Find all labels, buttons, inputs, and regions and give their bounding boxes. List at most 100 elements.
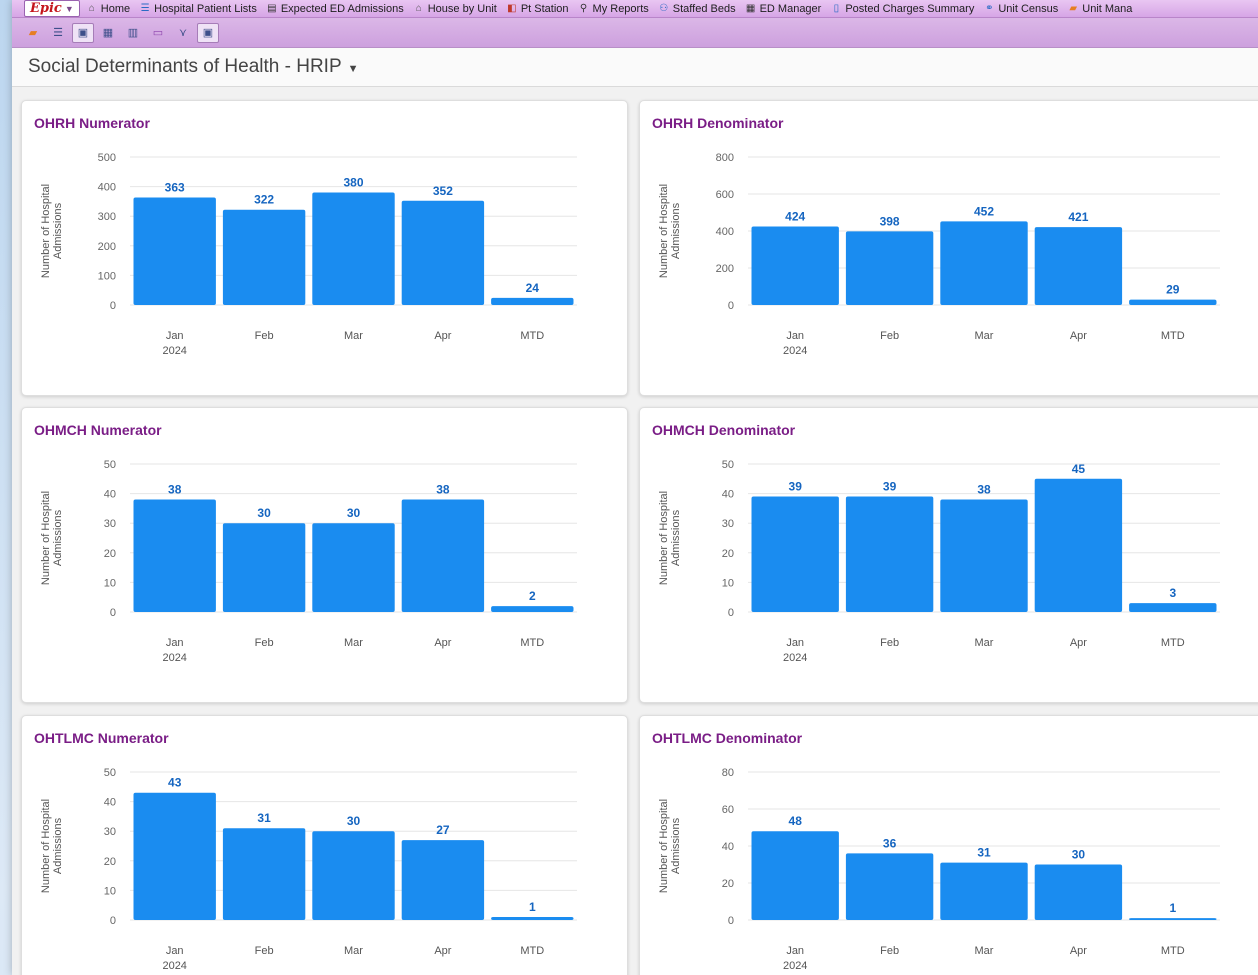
y-tick-label: 0 bbox=[728, 915, 734, 927]
x-tick-label: Apr bbox=[434, 330, 451, 342]
menu-item-hospital-patient-lists[interactable]: ☰ Hospital Patient Lists bbox=[139, 3, 257, 15]
x-tick-label: Feb bbox=[255, 945, 274, 957]
search-icon: ⚲ bbox=[579, 2, 588, 14]
y-tick-label: 20 bbox=[722, 548, 734, 560]
chart-card-ohtlmc-denominator: OHTLMC Denominator Number of HospitalAdm… bbox=[639, 715, 1258, 975]
bar bbox=[1129, 603, 1217, 612]
y-tick-label: 400 bbox=[98, 182, 116, 194]
data-label: 29 bbox=[1166, 283, 1180, 297]
pt-station-icon: ◧ bbox=[507, 2, 517, 14]
x-tick-label: Apr bbox=[1070, 330, 1087, 342]
data-label: 1 bbox=[1169, 901, 1176, 915]
inbox-icon: ▭ bbox=[152, 27, 164, 39]
x-tick-label: MTD bbox=[1161, 945, 1185, 957]
data-label: 398 bbox=[880, 214, 900, 228]
data-label: 1 bbox=[529, 900, 536, 914]
home-icon: ⌂ bbox=[88, 2, 95, 14]
bar-chart: Number of HospitalAdmissions 0 20 40 60 80 48 J… bbox=[658, 767, 1220, 972]
menu-item-unit-census[interactable]: ⚭ Unit Census bbox=[983, 3, 1058, 15]
bar-chart: Number of HospitalAdmissions 0 200 400 600 80… bbox=[658, 152, 1220, 357]
toolbar-window-button[interactable]: ▣ bbox=[197, 22, 219, 43]
bar bbox=[312, 192, 395, 305]
y-tick-label: 20 bbox=[722, 878, 734, 890]
data-label: 31 bbox=[257, 811, 271, 825]
epic-menu-button[interactable]: Epic ▼ bbox=[24, 0, 80, 17]
y-tick-label: 10 bbox=[722, 577, 734, 589]
y-tick-label: 80 bbox=[722, 767, 734, 779]
menu-item-posted-charges-summary[interactable]: ▯ Posted Charges Summary bbox=[830, 2, 975, 15]
toolbar-list-button[interactable]: ☰ bbox=[47, 23, 69, 43]
chart-card-ohrh-numerator: OHRH Numerator Number of HospitalAdmissi… bbox=[21, 100, 628, 396]
menu-item-ed-manager[interactable]: ▦ ED Manager bbox=[745, 3, 822, 15]
y-axis-label: Number of HospitalAdmissions bbox=[40, 491, 64, 585]
chart-title: OHTLMC Denominator bbox=[652, 730, 803, 746]
toolbar-chart-button[interactable]: ⋎ bbox=[172, 23, 194, 43]
y-tick-label: 200 bbox=[98, 241, 116, 253]
y-tick-label: 20 bbox=[104, 548, 116, 560]
bar bbox=[401, 499, 485, 612]
y-tick-label: 0 bbox=[110, 607, 116, 619]
bar bbox=[491, 297, 574, 305]
data-label: 452 bbox=[974, 204, 994, 218]
toolbar-report-button[interactable]: ▣ bbox=[72, 22, 94, 43]
data-label: 30 bbox=[347, 506, 361, 520]
bar bbox=[1034, 478, 1123, 612]
y-axis-label-line: Admissions bbox=[670, 817, 682, 874]
data-label: 2 bbox=[529, 589, 536, 603]
y-axis-label: Number of HospitalAdmissions bbox=[40, 799, 64, 893]
y-tick-label: 40 bbox=[722, 841, 734, 853]
y-axis-label-line: Admissions bbox=[52, 202, 64, 259]
y-tick-label: 400 bbox=[716, 226, 734, 238]
toolbar-grid-button[interactable]: ▥ bbox=[122, 23, 144, 43]
page-title[interactable]: Social Determinants of Health - HRIP bbox=[28, 56, 342, 78]
x-tick-year-label: 2024 bbox=[162, 345, 186, 357]
app-window: Epic ▼ ⌂ Home ☰ Hospital Patient Lists ▤… bbox=[12, 0, 1258, 975]
x-tick-year-label: 2024 bbox=[162, 652, 186, 664]
menu-item-expected-ed-admissions[interactable]: ▤ Expected ED Admissions bbox=[266, 3, 404, 15]
toolbar-inbox-button[interactable]: ▭ bbox=[147, 23, 169, 43]
y-axis-label-line: Number of Hospital bbox=[658, 184, 670, 278]
menu-item-label: Hospital Patient Lists bbox=[154, 2, 257, 15]
toolbar-calendar-button[interactable]: ▦ bbox=[97, 23, 119, 43]
menu-item-home[interactable]: ⌂ Home bbox=[86, 3, 130, 15]
activity-toolbar: ▰ ☰ ▣ ▦ ▥ ▭ ⋎ ▣ bbox=[12, 18, 1258, 48]
bar bbox=[222, 523, 306, 612]
report-icon: ▣ bbox=[77, 27, 89, 39]
menu-item-label: Staffed Beds bbox=[672, 2, 736, 15]
menu-item-staffed-beds[interactable]: ⚇ Staffed Beds bbox=[658, 2, 736, 15]
x-tick-label: MTD bbox=[520, 945, 544, 957]
bar bbox=[751, 831, 839, 920]
bar bbox=[222, 209, 306, 305]
y-axis-label: Number of HospitalAdmissions bbox=[658, 491, 682, 585]
bar bbox=[940, 862, 1028, 920]
chart-title: OHMCH Denominator bbox=[652, 422, 796, 438]
x-tick-label: Mar bbox=[975, 945, 994, 957]
menu-item-unit-manager[interactable]: ▰ Unit Mana bbox=[1067, 3, 1132, 15]
y-axis-label-line: Admissions bbox=[670, 202, 682, 259]
x-tick-year-label: 2024 bbox=[783, 960, 807, 972]
data-label: 421 bbox=[1068, 210, 1088, 224]
menu-item-label: Home bbox=[100, 2, 131, 15]
y-tick-label: 200 bbox=[716, 263, 734, 275]
patient-list-icon: ☰ bbox=[140, 2, 150, 14]
y-tick-label: 600 bbox=[716, 189, 734, 201]
data-label: 39 bbox=[883, 480, 897, 494]
ed-admissions-icon: ▤ bbox=[267, 2, 277, 14]
data-label: 322 bbox=[254, 193, 274, 207]
bar bbox=[491, 917, 574, 920]
menu-item-my-reports[interactable]: ⚲ My Reports bbox=[578, 3, 649, 15]
x-tick-label: Jan bbox=[786, 637, 804, 649]
epic-logo: Epic bbox=[30, 1, 62, 16]
charges-icon: ▯ bbox=[833, 2, 840, 14]
menu-item-house-by-unit[interactable]: ⌂ House by Unit bbox=[413, 3, 497, 15]
y-tick-label: 800 bbox=[716, 152, 734, 164]
toolbar-dashboard-button[interactable]: ▰ bbox=[22, 23, 44, 43]
x-tick-label: MTD bbox=[1161, 637, 1185, 649]
chart-title: OHRH Numerator bbox=[34, 115, 150, 131]
chart-card-ohmch-numerator: OHMCH Numerator Number of HospitalAdmiss… bbox=[21, 407, 628, 703]
menu-item-pt-station[interactable]: ◧ Pt Station bbox=[506, 2, 568, 15]
y-tick-label: 10 bbox=[104, 885, 116, 897]
bar bbox=[401, 200, 485, 305]
chevron-down-icon[interactable]: ▼ bbox=[348, 63, 359, 75]
y-tick-label: 20 bbox=[104, 856, 116, 868]
